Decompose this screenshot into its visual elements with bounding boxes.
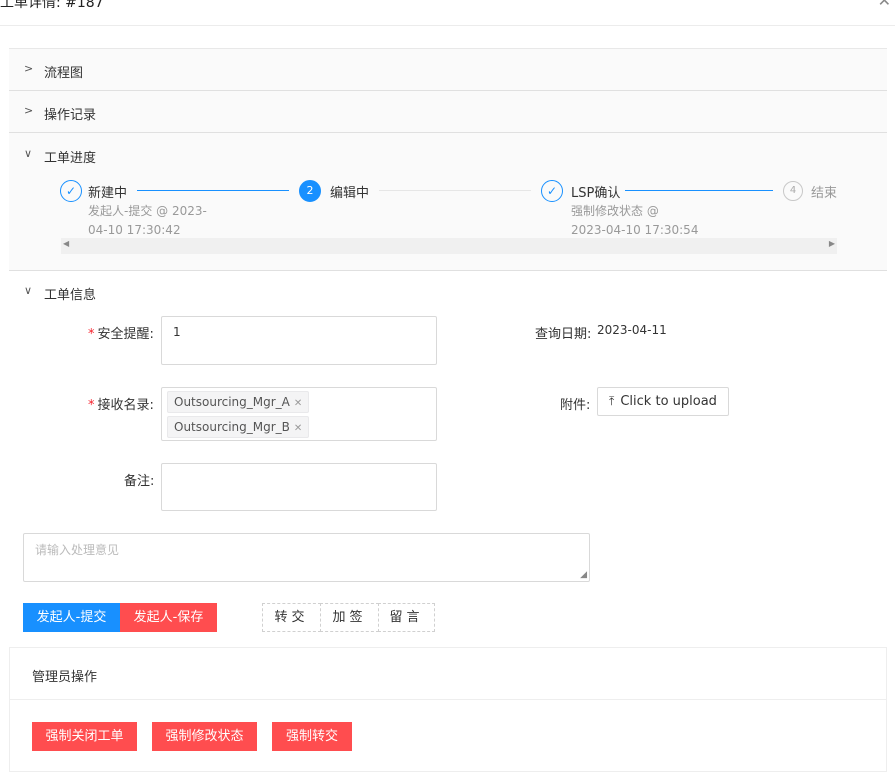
remark-input[interactable] — [161, 463, 437, 511]
close-icon[interactable]: ✕ — [294, 398, 302, 409]
step-connector — [137, 190, 289, 191]
chevron-right-icon: > — [24, 62, 34, 75]
remark-label: 备注: — [124, 474, 155, 489]
chevron-down-icon: ∨ — [24, 147, 33, 160]
step-desc-1: 发起人-提交 @ 2023- 04-10 17:30:42 — [88, 204, 207, 237]
chevron-right-icon: > — [24, 104, 34, 117]
attachment-label: 附件: — [560, 398, 591, 413]
recipients-label: * 接收名录: — [88, 398, 154, 413]
admin-card-title: 管理员操作 — [32, 670, 98, 685]
collapse-item-progress[interactable]: ∨ 工单进度 — [9, 134, 887, 176]
recipients-select[interactable]: Outsourcing_Mgr_A ✕ Outsourcing_Mgr_B ✕ — [161, 387, 437, 441]
query-date-label: 查询日期: — [535, 327, 592, 342]
collapse-item-op-log[interactable]: > 操作记录 — [9, 91, 887, 133]
step-connector — [625, 190, 773, 191]
collapse-label-op-log: 操作记录 — [44, 108, 97, 123]
save-button[interactable]: 发起人-保存 — [120, 603, 217, 632]
scroll-right-icon[interactable]: ▶ — [829, 239, 835, 248]
admin-card: 管理员操作 强制关闭工单 强制修改状态 强制转交 — [9, 647, 887, 772]
submit-button[interactable]: 发起人-提交 — [23, 603, 120, 632]
recipient-tag: Outsourcing_Mgr_B ✕ — [167, 416, 310, 438]
step-title-1: 新建中 — [88, 186, 128, 201]
collapse-label-progress: 工单进度 — [44, 151, 97, 166]
collapse-item-flowchart[interactable]: > 流程图 — [9, 49, 887, 91]
countersign-button[interactable]: 加签 — [320, 603, 379, 632]
recipient-tag: Outsourcing_Mgr_A ✕ — [167, 391, 310, 413]
force-close-button[interactable]: 强制关闭工单 — [32, 722, 137, 751]
dialog-title: 工单详情: #187 — [0, 0, 104, 11]
close-icon[interactable]: ✕ — [294, 423, 302, 434]
scroll-left-icon[interactable]: ◀ — [63, 239, 69, 248]
check-icon: ✓ — [60, 180, 82, 202]
resize-handle-icon[interactable]: ◢ — [580, 570, 587, 580]
steps-progress: ✓ 新建中 发起人-提交 @ 2023- 04-10 17:30:42 2 编辑… — [9, 180, 887, 271]
collapse-item-info[interactable]: ∨ 工单信息 — [9, 270, 887, 312]
collapse-panel: > 流程图 > 操作记录 ∨ 工单进度 ✓ 新建中 发起人-提交 @ 2023-… — [9, 48, 887, 270]
close-icon[interactable]: ✕ — [878, 0, 891, 10]
query-date-value: 2023-04-11 — [597, 323, 667, 337]
force-modify-status-button[interactable]: 强制修改状态 — [152, 722, 257, 751]
transfer-button[interactable]: 转交 — [262, 603, 321, 632]
step-title-2: 编辑中 — [330, 186, 370, 201]
horizontal-scrollbar[interactable]: ◀ ▶ — [61, 238, 837, 254]
admin-card-header: 管理员操作 — [10, 648, 886, 700]
safety-reminder-label: * 安全提醒: — [88, 327, 154, 342]
collapse-label-flowchart: 流程图 — [44, 66, 84, 81]
step-connector — [379, 190, 531, 191]
step-desc-3: 强制修改状态 @ 2023-04-10 17:30:54 — [571, 204, 699, 237]
check-icon: ✓ — [541, 180, 563, 202]
force-transfer-button[interactable]: 强制转交 — [272, 722, 352, 751]
step-number-2: 2 — [299, 180, 321, 202]
collapse-label-info: 工单信息 — [44, 288, 97, 303]
upload-button[interactable]: ⤒ Click to upload — [597, 387, 729, 416]
message-button[interactable]: 留言 — [378, 603, 435, 632]
step-title-3: LSP确认 — [571, 186, 621, 201]
opinion-textarea[interactable]: 请输入处理意见 ◢ — [23, 533, 590, 582]
step-number-4: 4 — [783, 181, 803, 201]
upload-icon: ⤒ — [609, 394, 615, 408]
step-title-4: 结束 — [811, 186, 838, 201]
chevron-down-icon: ∨ — [24, 284, 33, 297]
dialog-header: 工单详情: #187 ✕ — [0, 0, 895, 26]
safety-reminder-input[interactable]: 1 — [161, 316, 437, 365]
